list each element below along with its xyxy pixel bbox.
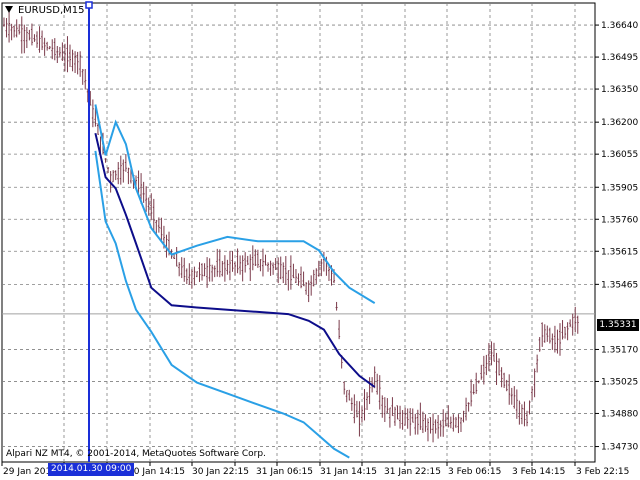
cursor-handle	[85, 1, 93, 9]
y-tick-label: 1.36350	[601, 85, 638, 95]
x-tick-label: 31 Jan 06:15	[256, 467, 313, 477]
y-tick-label: 1.35465	[601, 280, 638, 290]
triangle-down-icon	[5, 6, 13, 13]
y-tick-label: 1.34730	[601, 443, 638, 453]
y-tick-label: 1.36200	[601, 118, 638, 128]
cursor-time-badge: 2014.01.30 09:00	[48, 463, 135, 476]
y-tick-label: 1.36495	[601, 53, 638, 63]
y-tick-label: 1.35760	[601, 215, 638, 225]
copyright-text: Alpari NZ MT4, © 2001-2014, MetaQuotes S…	[6, 449, 266, 459]
y-tick-label: 1.35905	[601, 183, 638, 193]
y-tick-label: 1.36640	[601, 21, 638, 31]
lower-band-line	[94, 150, 350, 459]
current-price-badge: 1.35331	[597, 319, 639, 331]
x-tick-label: 31 Jan 22:15	[384, 467, 441, 477]
x-tick-label: 3 Feb 14:15	[512, 467, 565, 477]
y-tick-label: 1.36055	[601, 150, 638, 160]
symbol-label: EURUSD,M15	[18, 5, 85, 16]
chart-window[interactable]: 1.36640 1.36495 1.36350 1.36200 1.36055 1.359…	[0, 0, 640, 480]
y-tick-label: 1.34880	[601, 409, 638, 419]
x-tick-label: 3 Feb 06:15	[448, 467, 501, 477]
x-tick-label: 3 Feb 22:15	[576, 467, 629, 477]
chart-frame	[1, 2, 596, 463]
price-chart[interactable]: 1.36640 1.36495 1.36350 1.36200 1.36055 1.359…	[0, 0, 640, 480]
x-tick-label: 30 Jan 14:15	[128, 467, 185, 477]
y-tick-label: 1.35615	[601, 247, 638, 257]
x-tick-label: 30 Jan 22:15	[192, 467, 249, 477]
x-tick-label: 31 Jan 14:15	[320, 467, 377, 477]
y-tick-label: 1.35025	[601, 377, 638, 387]
y-tick-label: 1.35170	[601, 345, 638, 355]
